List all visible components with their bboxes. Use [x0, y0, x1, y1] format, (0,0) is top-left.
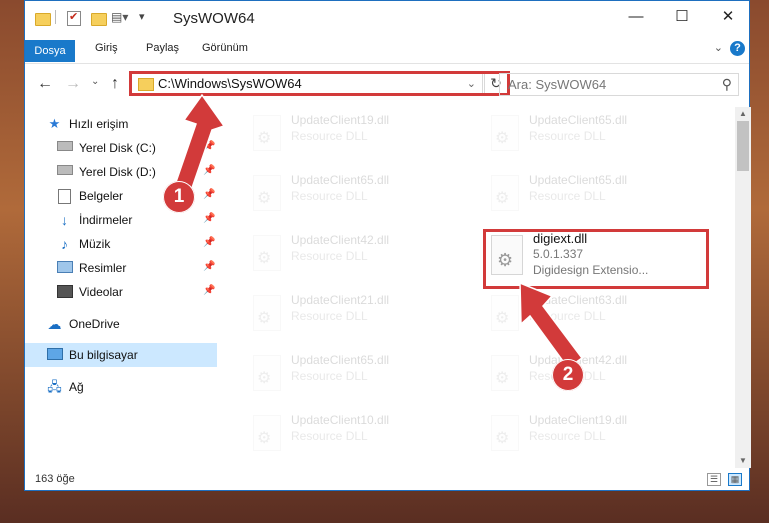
- step-badge-2: 2: [552, 359, 584, 391]
- arrow-1: [175, 93, 226, 189]
- arrow-2: [519, 281, 584, 370]
- annotation-overlay: [175, 93, 584, 370]
- step-badge-1: 1: [163, 181, 195, 213]
